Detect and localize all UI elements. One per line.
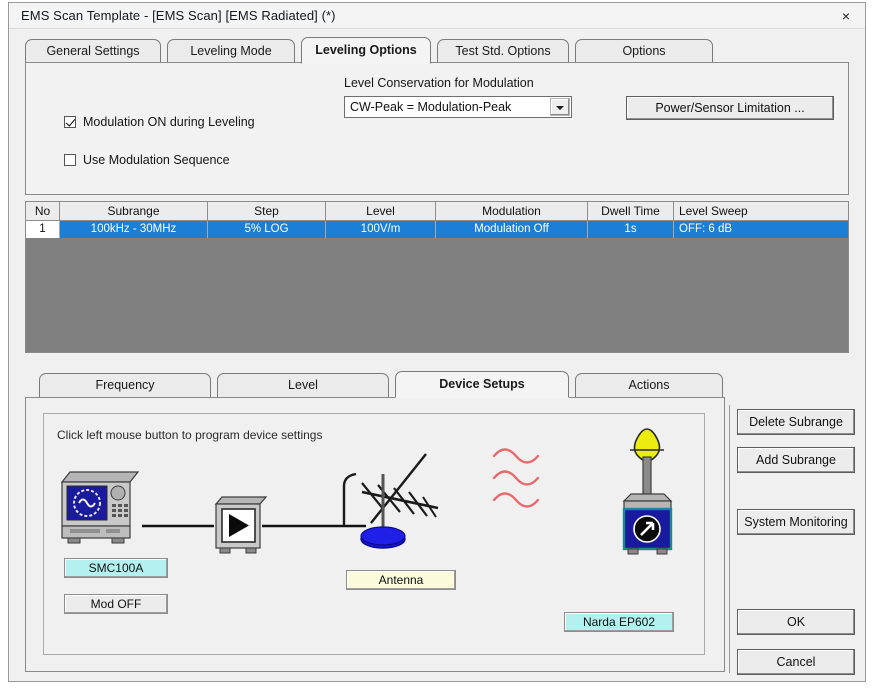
add-subrange-button[interactable]: Add Subrange <box>737 447 855 473</box>
dialog-window: EMS Scan Template - [EMS Scan] [EMS Radi… <box>8 2 866 682</box>
tab-actions[interactable]: Actions <box>575 373 723 397</box>
top-tab-strip: General Settings Leveling Mode Leveling … <box>25 37 849 64</box>
tab-test-std-options[interactable]: Test Std. Options <box>437 39 569 63</box>
column-header-level[interactable]: Level <box>326 202 436 220</box>
amplifier-icon <box>214 496 268 554</box>
use-modulation-sequence-label: Use Modulation Sequence <box>83 153 230 167</box>
level-conservation-select[interactable]: CW-Peak = Modulation-Peak <box>344 96 572 118</box>
modulation-on-label: Modulation ON during Leveling <box>83 115 255 129</box>
table-header-row: No Subrange Step Level Modulation Dwell … <box>26 202 848 221</box>
vertical-divider <box>729 405 730 673</box>
modulation-on-checkbox-row[interactable]: Modulation ON during Leveling <box>64 115 255 129</box>
title-bar: EMS Scan Template - [EMS Scan] [EMS Radi… <box>9 3 865 29</box>
system-monitoring-button[interactable]: System Monitoring <box>737 509 855 535</box>
column-header-no[interactable]: No <box>26 202 60 220</box>
column-header-dwell-time[interactable]: Dwell Time <box>588 202 674 220</box>
column-header-step[interactable]: Step <box>208 202 326 220</box>
tab-leveling-mode[interactable]: Leveling Mode <box>167 39 295 63</box>
tab-device-setups[interactable]: Device Setups <box>395 371 569 398</box>
field-probe-icon <box>622 428 673 555</box>
level-conservation-value: CW-Peak = Modulation-Peak <box>350 100 512 114</box>
modulation-button[interactable]: Mod OFF <box>64 594 168 614</box>
tab-leveling-options[interactable]: Leveling Options <box>301 37 431 64</box>
ok-button[interactable]: OK <box>737 609 855 635</box>
cell-no[interactable]: 1 <box>26 221 60 238</box>
use-modulation-sequence-checkbox-row[interactable]: Use Modulation Sequence <box>64 153 230 167</box>
use-modulation-sequence-checkbox[interactable] <box>64 154 76 166</box>
tab-level[interactable]: Level <box>217 373 389 397</box>
table-row[interactable]: 1 100kHz - 30MHz 5% LOG 100V/m Modulatio… <box>26 221 848 238</box>
tab-frequency[interactable]: Frequency <box>39 373 211 397</box>
tab-options[interactable]: Options <box>575 39 713 63</box>
antenna-label[interactable]: Antenna <box>346 570 456 590</box>
close-icon[interactable]: × <box>835 6 857 26</box>
level-conservation-label: Level Conservation for Modulation <box>344 76 534 90</box>
cell-level-sweep[interactable]: OFF: 6 dB <box>674 221 848 238</box>
cancel-button[interactable]: Cancel <box>737 649 855 675</box>
rf-wave-icon <box>492 448 540 508</box>
chevron-down-icon[interactable] <box>550 98 570 116</box>
generator-label[interactable]: SMC100A <box>64 558 168 578</box>
cell-level[interactable]: 100V/m <box>326 221 436 238</box>
device-setups-panel: Click left mouse button to program devic… <box>25 397 725 672</box>
column-header-modulation[interactable]: Modulation <box>436 202 588 220</box>
subrange-table: No Subrange Step Level Modulation Dwell … <box>25 201 849 353</box>
bottom-tab-strip: Frequency Level Device Setups Actions <box>25 371 725 398</box>
cell-modulation[interactable]: Modulation Off <box>436 221 588 238</box>
cell-step[interactable]: 5% LOG <box>208 221 326 238</box>
modulation-on-checkbox[interactable] <box>64 116 76 128</box>
column-header-subrange[interactable]: Subrange <box>60 202 208 220</box>
cell-dwell-time[interactable]: 1s <box>588 221 674 238</box>
dialog-client-area: General Settings Leveling Mode Leveling … <box>9 29 865 681</box>
signal-generator-icon <box>60 471 140 544</box>
cell-subrange[interactable]: 100kHz - 30MHz <box>60 221 208 238</box>
column-header-level-sweep[interactable]: Level Sweep <box>674 202 848 220</box>
power-sensor-limitation-button[interactable]: Power/Sensor Limitation ... <box>626 96 834 120</box>
sensor-label[interactable]: Narda EP602 <box>564 612 674 632</box>
antenna-icon <box>342 453 439 549</box>
leveling-options-panel: Modulation ON during Leveling Use Modula… <box>25 62 849 195</box>
delete-subrange-button[interactable]: Delete Subrange <box>737 409 855 435</box>
tab-general-settings[interactable]: General Settings <box>25 39 161 63</box>
window-title: EMS Scan Template - [EMS Scan] [EMS Radi… <box>21 8 336 23</box>
